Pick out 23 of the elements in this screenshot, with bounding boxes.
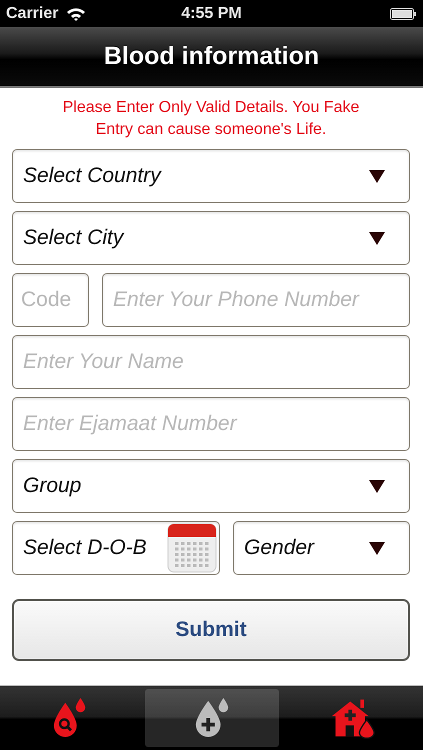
clock-time: 4:55 PM [181, 4, 242, 22]
dropdown-field[interactable]: Select Country [12, 149, 410, 203]
input-field[interactable]: Enter Your Name [12, 335, 410, 389]
input-field[interactable]: Enter Ejamaat Number [12, 397, 410, 451]
dropdown-field[interactable]: Gender [233, 521, 410, 575]
date-picker-field[interactable]: Select D-O-B [12, 521, 220, 575]
screen-title: Blood information [104, 42, 320, 71]
input-field[interactable]: Enter Your Phone Number [102, 273, 410, 327]
caret-icon [369, 542, 385, 554]
house-drop-icon [330, 697, 376, 739]
dropdown-field[interactable]: Select City [12, 211, 410, 265]
caret-icon [369, 170, 385, 182]
input-field[interactable]: Code [12, 273, 89, 327]
warning-message: Please Enter Only Valid Details. You Fake Entry can cause someone's Life. [62, 98, 360, 140]
caret-icon [369, 232, 385, 244]
submit-button[interactable]: Submit [12, 599, 410, 661]
wifi-icon [66, 6, 86, 20]
caret-icon [369, 480, 385, 492]
carrier-name: Carrier [6, 4, 58, 22]
battery-icon [390, 8, 417, 20]
tab-item[interactable] [144, 689, 278, 747]
dropdown-field[interactable]: Group [12, 459, 410, 513]
calendar-icon [167, 523, 217, 573]
